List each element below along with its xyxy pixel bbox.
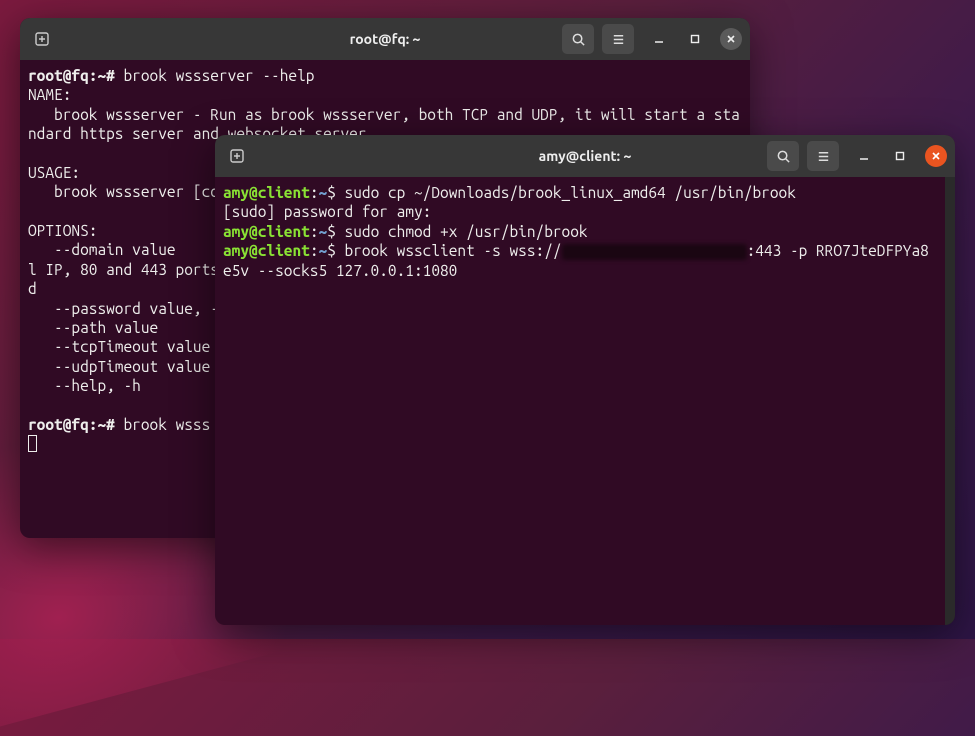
output-line: --password value, - (28, 300, 219, 317)
output-line: --tcpTimeout value (28, 338, 210, 355)
maximize-button[interactable] (684, 28, 706, 50)
minimize-button[interactable] (853, 145, 875, 167)
titlebar[interactable]: root@fq: ~ (20, 18, 750, 60)
output-line: --path value (28, 319, 158, 336)
new-tab-button[interactable] (223, 142, 251, 170)
output-line: brook wssserver [co (28, 183, 219, 200)
prompt-user: amy@client (223, 242, 310, 259)
titlebar[interactable]: amy@client: ~ (215, 135, 955, 177)
prompt-path: ~ (319, 242, 328, 259)
output-line: OPTIONS: (28, 222, 97, 239)
scrollbar-thumb[interactable] (945, 177, 955, 297)
cmd: sudo chmod +x /usr/bin/brook (336, 223, 588, 240)
new-tab-button[interactable] (28, 25, 56, 53)
prompt: root@fq:~# (28, 416, 115, 433)
cmd: brook wssclient -s wss:// (336, 242, 562, 259)
prompt-user: amy@client (223, 184, 310, 201)
prompt-user: amy@client (223, 223, 310, 240)
redacted-host (562, 244, 747, 260)
cmd: brook wssserver --help (115, 67, 315, 84)
prompt: root@fq:~# (28, 67, 115, 84)
terminal-window-client: amy@client: ~ amy@client:~$ sudo cp ~/Do… (215, 135, 955, 625)
output-line: [sudo] password for amy: (223, 203, 431, 220)
prompt-path: ~ (319, 223, 328, 240)
output-line: NAME: (28, 86, 71, 103)
output-line: --udpTimeout value (28, 358, 210, 375)
output-line: USAGE: (28, 164, 80, 181)
search-button[interactable] (562, 24, 594, 54)
menu-button[interactable] (807, 141, 839, 171)
prompt-path: ~ (319, 184, 328, 201)
cmd: sudo cp ~/Downloads/brook_linux_amd64 /u… (336, 184, 796, 201)
close-button[interactable] (720, 28, 742, 50)
maximize-button[interactable] (889, 145, 911, 167)
minimize-button[interactable] (648, 28, 670, 50)
output-line: d (28, 280, 37, 297)
close-button[interactable] (925, 145, 947, 167)
window-title: amy@client: ~ (539, 148, 632, 164)
window-title: root@fq: ~ (350, 31, 421, 47)
menu-button[interactable] (602, 24, 634, 54)
output-line: --domain value (28, 241, 176, 258)
output-line: l IP, 80 and 443 ports (28, 261, 219, 278)
cursor (28, 435, 37, 452)
terminal-content-client[interactable]: amy@client:~$ sudo cp ~/Downloads/brook_… (215, 177, 955, 625)
cmd: brook wsss (115, 416, 210, 433)
output-line: --help, -h (28, 377, 141, 394)
search-button[interactable] (767, 141, 799, 171)
